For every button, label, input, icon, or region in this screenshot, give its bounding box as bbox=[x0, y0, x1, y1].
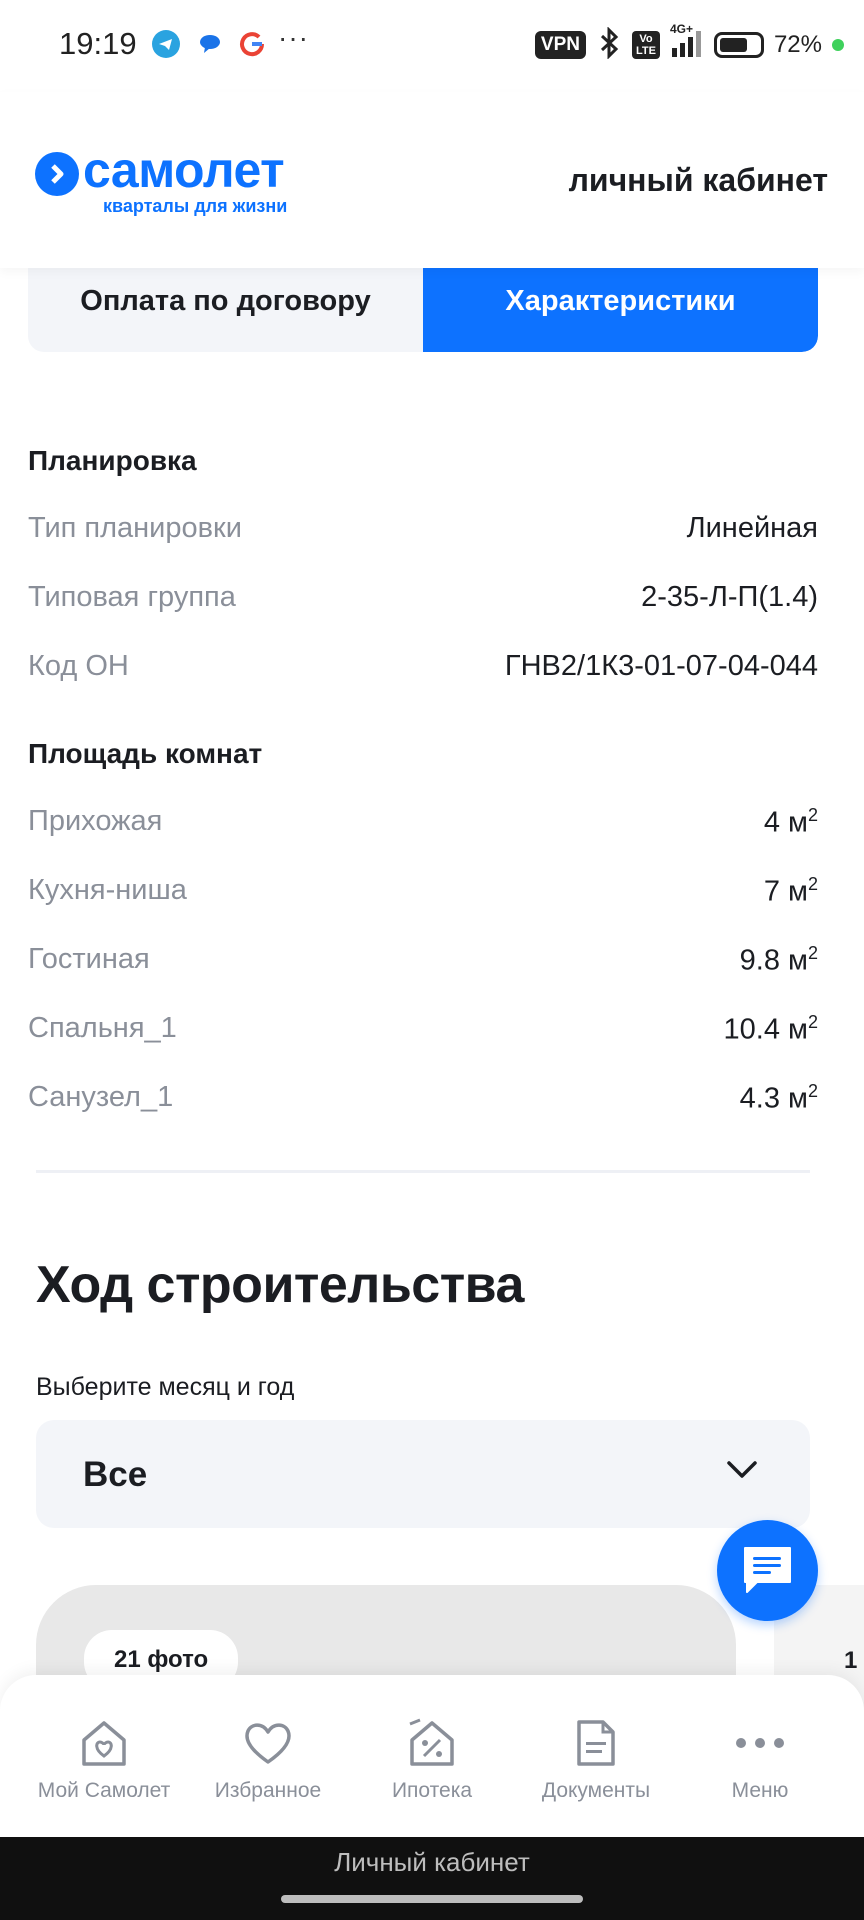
nav-label: Ипотека bbox=[391, 1779, 473, 1802]
row-value: Линейная bbox=[686, 512, 818, 544]
status-time: 19:19 bbox=[59, 26, 137, 61]
account-link[interactable]: личный кабинет bbox=[569, 162, 828, 199]
active-dot-icon bbox=[832, 39, 844, 51]
chevron-down-icon bbox=[726, 1460, 758, 1485]
layout-section-title: Планировка bbox=[28, 445, 197, 476]
nav-mortgage[interactable]: Ипотека bbox=[350, 1675, 514, 1837]
layout-row: Тип планировки Линейная bbox=[28, 512, 818, 545]
room-name: Санузел_1 bbox=[28, 1081, 174, 1113]
mortgage-icon bbox=[408, 1715, 456, 1771]
row-key: Тип планировки bbox=[28, 512, 242, 544]
system-bar: Личный кабинет bbox=[0, 1837, 864, 1920]
vpn-badge: VPN bbox=[534, 31, 586, 59]
volte-badge: Vo LTE bbox=[631, 31, 660, 59]
row-value: 2-35-Л-П(1.4) bbox=[641, 581, 818, 613]
month-year-select[interactable]: Все bbox=[36, 1420, 810, 1528]
room-row: Прихожая 4 м2 bbox=[28, 805, 818, 840]
system-window-title: Личный кабинет bbox=[334, 1847, 530, 1877]
room-name: Спальня_1 bbox=[28, 1012, 177, 1044]
layout-row: Типовая группа 2-35-Л-П(1.4) bbox=[28, 581, 818, 614]
select-label: Выберите месяц и год bbox=[36, 1373, 295, 1401]
nav-menu[interactable]: Меню bbox=[678, 1675, 842, 1837]
room-area: 4.3 м2 bbox=[739, 1081, 818, 1115]
nav-label: Документы bbox=[541, 1779, 651, 1802]
construction-title: Ход строительства bbox=[36, 1256, 524, 1314]
tabs: Оплата по договору Характеристики bbox=[28, 266, 818, 352]
logo[interactable]: самолет кварталы для жизни bbox=[35, 142, 288, 217]
logo-title: самолет bbox=[83, 142, 285, 198]
more-notifications-icon: ··· bbox=[278, 22, 309, 53]
room-row: Спальня_1 10.4 м2 bbox=[28, 1012, 818, 1047]
tab-characteristics[interactable]: Характеристики bbox=[423, 266, 818, 352]
row-key: Код ОН bbox=[28, 650, 129, 682]
nav-my-samolet[interactable]: Мой Самолет bbox=[22, 1675, 186, 1837]
status-bar: 19:19 ··· VPN Vo LTE 4G+ 72% bbox=[0, 0, 864, 92]
room-row: Санузел_1 4.3 м2 bbox=[28, 1081, 818, 1116]
battery-percent: 72% bbox=[773, 31, 822, 58]
room-row: Гостиная 9.8 м2 bbox=[28, 943, 818, 978]
room-area: 9.8 м2 bbox=[739, 943, 818, 977]
room-name: Прихожая bbox=[28, 805, 163, 837]
messages-icon bbox=[196, 30, 224, 58]
rooms-section-title: Площадь комнат bbox=[28, 738, 263, 769]
section-divider bbox=[36, 1170, 810, 1173]
photo-count-partial: 1 bbox=[844, 1647, 858, 1674]
nav-label: Меню bbox=[731, 1779, 789, 1802]
row-key: Типовая группа bbox=[28, 581, 236, 613]
nav-label: Избранное bbox=[214, 1779, 322, 1802]
status-indicators: VPN Vo LTE 4G+ 72% bbox=[534, 22, 844, 64]
tab-payment[interactable]: Оплата по договору bbox=[28, 266, 423, 352]
nav-documents[interactable]: Документы bbox=[514, 1675, 678, 1837]
select-value: Все bbox=[83, 1455, 148, 1494]
logo-subtitle: кварталы для жизни bbox=[103, 196, 288, 216]
row-value: ГНВ2/1К3-01-07-04-044 bbox=[504, 650, 818, 682]
home-indicator[interactable] bbox=[281, 1895, 583, 1903]
room-area: 4 м2 bbox=[763, 805, 818, 839]
bottom-nav: Мой Самолет Избранное Ипотека Документы … bbox=[0, 1675, 864, 1837]
home-heart-icon bbox=[80, 1715, 128, 1771]
room-area: 7 м2 bbox=[763, 874, 818, 908]
room-name: Кухня-ниша bbox=[28, 874, 187, 906]
nav-label: Мой Самолет bbox=[37, 1779, 171, 1802]
layout-row: Код ОН ГНВ2/1К3-01-07-04-044 bbox=[28, 650, 818, 683]
app-header: самолет кварталы для жизни личный кабине… bbox=[0, 92, 864, 268]
room-name: Гостиная bbox=[28, 943, 150, 975]
chat-button[interactable] bbox=[717, 1520, 818, 1621]
room-area: 10.4 м2 bbox=[723, 1012, 818, 1046]
nav-favorites[interactable]: Избранное bbox=[186, 1675, 350, 1837]
network-type: 4G+ bbox=[669, 21, 693, 36]
more-icon bbox=[735, 1715, 785, 1771]
logo-arrow-icon bbox=[35, 152, 79, 196]
google-icon bbox=[238, 30, 266, 58]
room-row: Кухня-ниша 7 м2 bbox=[28, 874, 818, 909]
telegram-icon bbox=[152, 30, 180, 58]
bluetooth-icon bbox=[596, 25, 622, 64]
heart-icon bbox=[242, 1715, 294, 1771]
document-icon bbox=[575, 1715, 617, 1771]
signal-icon: 4G+ bbox=[670, 22, 704, 63]
battery-icon bbox=[713, 32, 764, 58]
